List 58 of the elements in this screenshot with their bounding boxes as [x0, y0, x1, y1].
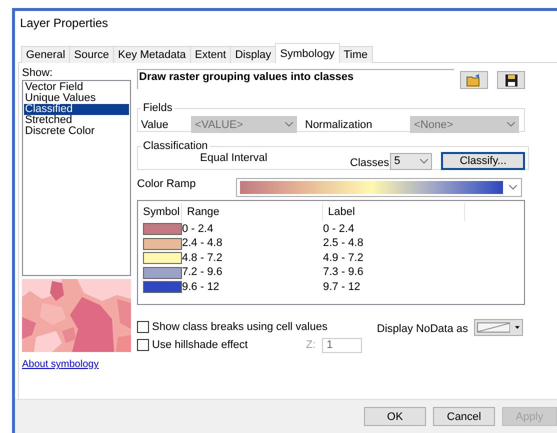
color-ramp-dropdown[interactable] [236, 178, 522, 197]
list-item[interactable]: Unique Values [24, 93, 129, 104]
list-item[interactable]: Classified [24, 104, 129, 115]
column-header[interactable]: Range [182, 202, 323, 220]
list-item[interactable]: Stretched [24, 115, 129, 126]
value-label: Value [141, 118, 170, 130]
checkbox-label: Show class breaks using cell values [152, 321, 328, 333]
checkbox[interactable] [137, 321, 149, 333]
checkbox[interactable] [137, 339, 149, 351]
tab[interactable]: General [21, 46, 70, 63]
label-cell: 9.7 - 12 [323, 280, 360, 294]
tab[interactable]: Symbology [275, 43, 340, 63]
tab[interactable]: Key Metadata [113, 46, 191, 63]
dialog-button[interactable]: OK [364, 407, 426, 426]
nodata-color-dropdown[interactable] [474, 319, 523, 336]
z-label: Z: [306, 339, 316, 351]
list-item[interactable]: Discrete Color [24, 126, 129, 137]
save-button[interactable] [497, 71, 525, 89]
tab[interactable]: Display [230, 46, 276, 63]
dropdown-arrow-icon [515, 326, 520, 329]
open-button[interactable] [460, 71, 488, 89]
column-header[interactable]: Symbol [138, 202, 182, 220]
classes-dropdown[interactable]: 5 [390, 152, 432, 170]
color-swatch[interactable] [143, 266, 182, 279]
show-label: Show: [22, 67, 53, 79]
range-cell-text: 2.4 - 4.8 [182, 237, 224, 250]
folder-icon [466, 74, 482, 86]
range-cell-text: 9.6 - 12 [182, 280, 220, 294]
tab[interactable]: Extent [190, 46, 232, 63]
nodata-swatch-icon [477, 322, 510, 333]
label-cell: 2.5 - 4.8 [323, 237, 364, 250]
label-cell: 7.3 - 9.6 [323, 266, 364, 280]
group-title: Classification [142, 140, 209, 152]
label-cell: 0 - 2.4 [323, 222, 354, 236]
description-text: Draw raster grouping values into classes [137, 69, 454, 89]
tab[interactable]: Source [69, 46, 114, 63]
classes-label: Classes [350, 156, 390, 168]
dialog-button[interactable]: Cancel [433, 407, 495, 426]
column-header[interactable]: Label [323, 202, 465, 220]
method-text: Equal Interval [200, 152, 268, 164]
normalization-label: Normalization [305, 118, 374, 130]
color-swatch[interactable] [143, 223, 182, 236]
classify-button[interactable]: Classify... [441, 152, 526, 170]
color-ramp-label: Color Ramp [137, 178, 196, 190]
tab[interactable]: Time [338, 46, 373, 63]
range-cell-text: 7.2 - 9.6 [182, 266, 224, 280]
range-cell-text: 0 - 2.4 [182, 222, 214, 236]
range-cell-text: 4.8 - 7.2 [182, 252, 224, 265]
window-title: Layer Properties [19, 15, 110, 32]
color-swatch[interactable] [143, 238, 182, 250]
nodata-label: Display NoData as [376, 323, 468, 335]
color-swatch[interactable] [143, 252, 182, 264]
about-link[interactable]: About symbology [22, 359, 99, 370]
group-title: Fields [142, 102, 174, 114]
color-swatch[interactable] [143, 281, 182, 294]
list-item[interactable]: Vector Field [24, 82, 129, 93]
label-cell: 4.9 - 7.2 [323, 252, 364, 265]
checkbox-label: Use hillshade effect [152, 339, 248, 351]
